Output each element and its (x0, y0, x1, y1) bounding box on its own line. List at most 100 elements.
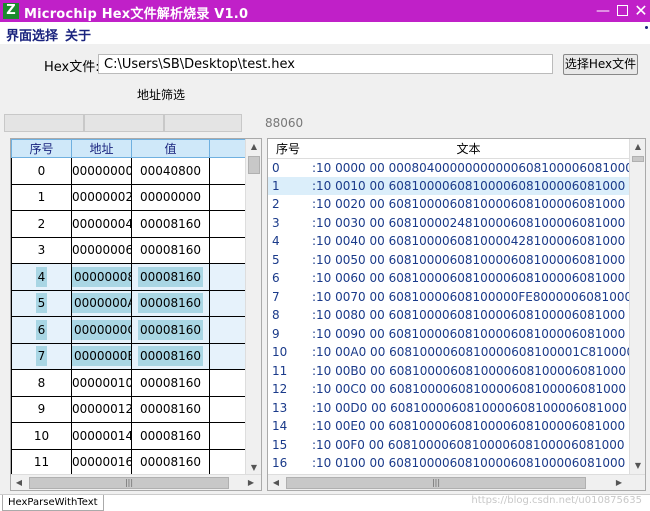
table-row[interactable]: 3:10 0030 00 608100002481000060810000608… (268, 214, 629, 233)
table-row[interactable]: 11:10 00B0 00 60810000608100006081000060… (268, 362, 629, 381)
cell-text[interactable]: :10 0100 00 6081000060810000608100006081… (308, 454, 629, 473)
cell-index[interactable]: 11 (268, 362, 308, 381)
cell-address[interactable]: 0000000C (71, 316, 132, 344)
cell-index[interactable]: 2 (11, 210, 72, 238)
cell-address[interactable]: 00000002 (71, 183, 132, 211)
cell-index[interactable]: 4 (11, 263, 72, 291)
close-button[interactable]: ✕ (632, 2, 650, 20)
cell-index[interactable]: 10 (268, 343, 308, 362)
scroll-thumb[interactable]: ||| (29, 477, 229, 489)
cell-value[interactable]: 00008160 (131, 448, 210, 476)
header-address[interactable]: 地址 (71, 139, 132, 158)
filter-input-2[interactable] (84, 114, 164, 132)
cell-text[interactable]: :10 00A0 00 6081000060810000608100001C81… (308, 343, 629, 362)
header-index[interactable]: 序号 (11, 139, 72, 158)
scroll-up-arrow-icon[interactable]: ▲ (246, 139, 261, 155)
table-row[interactable]: 5:10 0050 00 608100006081000060810000608… (268, 251, 629, 270)
cell-text[interactable]: :10 0060 00 6081000060810000608100006081… (308, 269, 629, 288)
cell-index[interactable]: 10 (11, 422, 72, 450)
table-row[interactable]: 8:10 0080 00 608100006081000060810000608… (268, 306, 629, 325)
cell-text[interactable]: :10 0070 00 60810000608100000FE800000608… (308, 288, 629, 307)
header-index[interactable]: 序号 (268, 139, 308, 159)
cell-value[interactable]: 00008160 (131, 369, 210, 397)
cell-value[interactable]: 00008160 (131, 342, 210, 370)
cell-text[interactable]: :10 00E0 00 6081000060810000608100006081… (308, 417, 629, 436)
table-row[interactable]: 14:10 00E0 00 60810000608100006081000060… (268, 417, 629, 436)
table-row[interactable]: 6 0000000C 00008160 (11, 316, 248, 344)
table-row[interactable]: 9:10 0090 00 608100006081000060810000608… (268, 325, 629, 344)
header-value[interactable]: 值 (131, 139, 210, 158)
cell-index[interactable]: 7 (11, 342, 72, 370)
cell-value[interactable]: 00008160 (131, 210, 210, 238)
table-row[interactable]: 1 00000002 00000000 (11, 183, 248, 211)
cell-value[interactable]: 00008160 (131, 395, 210, 423)
table-row[interactable]: 0 00000000 00040800 (11, 157, 248, 185)
table-row[interactable]: 12:10 00C0 00 60810000608100006081000060… (268, 380, 629, 399)
select-hex-button[interactable]: 选择Hex文件 (563, 54, 638, 75)
table-row[interactable]: 9 00000012 00008160 (11, 395, 248, 423)
menu-about[interactable]: 关于 (65, 25, 91, 44)
table-row[interactable]: 2 00000004 00008160 (11, 210, 248, 238)
table-row[interactable]: 0:10 0000 00 000804000000000006081000060… (268, 158, 629, 177)
scroll-thumb[interactable] (632, 156, 644, 162)
cell-index[interactable]: 2 (268, 195, 308, 214)
table-row[interactable]: 4 00000008 00008160 (11, 263, 248, 291)
cell-text[interactable]: :10 00F0 00 6081000060810000608100006081… (308, 436, 629, 455)
cell-value[interactable]: 00008160 (131, 422, 210, 450)
cell-text[interactable]: :10 00C0 00 6081000060810000608100006081… (308, 380, 629, 399)
scroll-down-arrow-icon[interactable]: ▼ (630, 458, 645, 474)
cell-index[interactable]: 3 (11, 236, 72, 264)
cell-index[interactable]: 1 (11, 183, 72, 211)
cell-value[interactable]: 00008160 (131, 289, 210, 317)
cell-text[interactable]: :10 0080 00 6081000060810000608100006081… (308, 306, 629, 325)
header-text[interactable]: 文本 (308, 139, 629, 159)
table-row[interactable]: 11 00000016 00008160 (11, 448, 248, 476)
scroll-thumb[interactable] (248, 156, 260, 174)
maximize-button[interactable] (613, 2, 631, 20)
cell-index[interactable]: 1 (268, 176, 308, 195)
cell-text[interactable]: :10 00D0 00 6081000060810000608100006081… (308, 399, 629, 418)
scroll-right-arrow-icon[interactable]: ▶ (611, 475, 627, 490)
table-row[interactable]: 8 00000010 00008160 (11, 369, 248, 397)
cell-index[interactable]: 9 (11, 395, 72, 423)
table-row[interactable]: 1:10 0010 00 608100006081000060810000608… (268, 176, 629, 195)
cell-address[interactable]: 00000004 (71, 210, 132, 238)
table-row[interactable]: 16:10 0100 00 60810000608100006081000060… (268, 454, 629, 473)
cell-index[interactable]: 8 (11, 369, 72, 397)
cell-value[interactable]: 00008160 (131, 263, 210, 291)
cell-index[interactable]: 0 (268, 158, 308, 177)
cell-address[interactable]: 00000006 (71, 236, 132, 264)
scroll-left-arrow-icon[interactable]: ◀ (11, 475, 27, 490)
cell-index[interactable]: 5 (268, 251, 308, 270)
cell-index[interactable]: 15 (268, 436, 308, 455)
table-row[interactable]: 3 00000006 00008160 (11, 236, 248, 264)
tab-hex-parse-with-text[interactable]: HexParseWithText (2, 495, 104, 511)
filter-input-3[interactable] (164, 114, 242, 132)
table-row[interactable]: 4:10 0040 00 608100006081000042810000608… (268, 232, 629, 251)
right-vertical-scrollbar[interactable]: ▲ ▼ (629, 139, 645, 474)
cell-index[interactable]: 6 (11, 316, 72, 344)
cell-index[interactable]: 12 (268, 380, 308, 399)
scroll-thumb[interactable]: ||| (286, 477, 586, 489)
table-row[interactable]: 15:10 00F0 00 60810000608100006081000060… (268, 436, 629, 455)
scroll-right-arrow-icon[interactable]: ▶ (243, 475, 259, 490)
cell-index[interactable]: 6 (268, 269, 308, 288)
scroll-up-arrow-icon[interactable]: ▲ (630, 139, 645, 155)
cell-index[interactable]: 5 (11, 289, 72, 317)
hex-path-input[interactable] (98, 54, 553, 74)
table-row[interactable]: 5 0000000A 00008160 (11, 289, 248, 317)
menu-interface-select[interactable]: 界面选择 (6, 25, 58, 44)
cell-index[interactable]: 13 (268, 399, 308, 418)
cell-value[interactable]: 00040800 (131, 157, 210, 185)
cell-address[interactable]: 00000000 (71, 157, 132, 185)
cell-address[interactable]: 00000010 (71, 369, 132, 397)
cell-text[interactable]: :10 0050 00 6081000060810000608100006081… (308, 251, 629, 270)
cell-index[interactable]: 7 (268, 288, 308, 307)
cell-text[interactable]: :10 0000 00 0008040000000000060810000608… (308, 158, 629, 177)
table-row[interactable]: 13:10 00D0 00 60810000608100006081000060… (268, 399, 629, 418)
cell-index[interactable]: 11 (11, 448, 72, 476)
table-row[interactable]: 7:10 0070 00 60810000608100000FE80000060… (268, 288, 629, 307)
cell-index[interactable]: 16 (268, 454, 308, 473)
cell-text[interactable]: :10 0040 00 6081000060810000428100006081… (308, 232, 629, 251)
cell-address[interactable]: 0000000E (71, 342, 132, 370)
